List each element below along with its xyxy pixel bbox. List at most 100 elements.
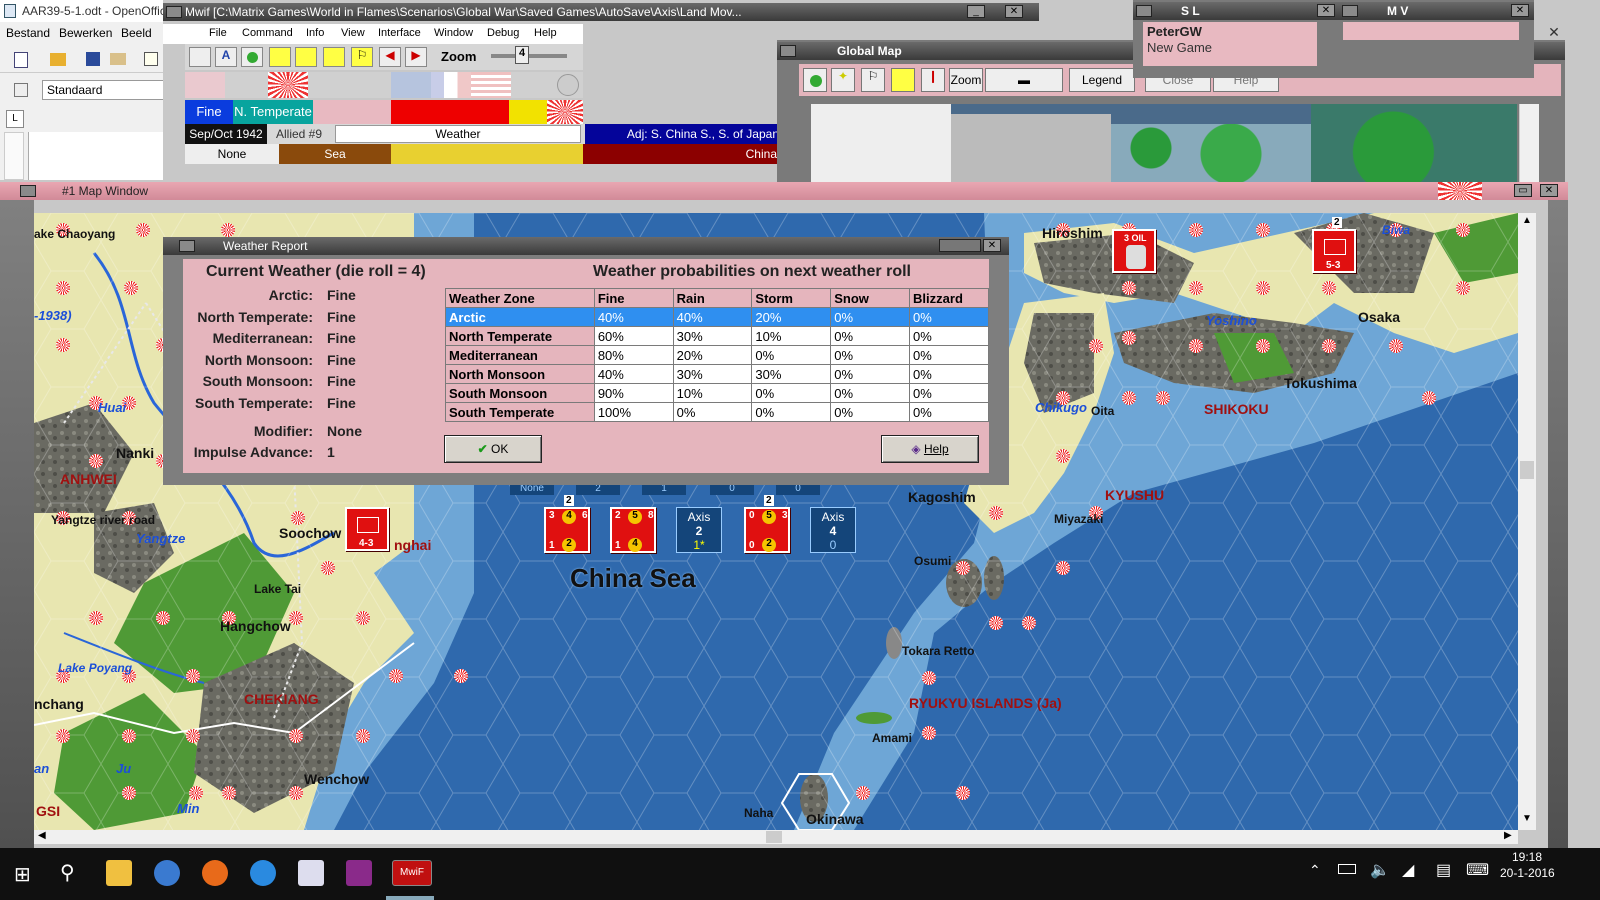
zone-cell[interactable]: North Monsoon [445,364,595,384]
weather-report-system-icon[interactable] [179,240,195,252]
search-icon[interactable]: ⚲ [60,860,75,885]
firefox-icon[interactable] [202,860,228,886]
map-vscroll-thumb[interactable] [1520,461,1534,479]
system-menu-icon[interactable] [166,6,182,18]
probability-cell[interactable]: 0% [830,364,911,384]
menu-bestand[interactable]: Bestand [6,26,50,40]
probability-cell[interactable]: 0% [830,402,911,422]
player-mv-titlebar[interactable]: M V ✕ [1339,2,1534,20]
grid-icon[interactable] [269,47,291,67]
menu-beeld[interactable]: Beeld [121,26,152,40]
openoffice-writer-icon[interactable] [298,860,324,886]
flag-1-icon[interactable] [185,72,225,98]
probability-cell[interactable]: 10% [751,326,832,346]
probability-cell[interactable]: 0% [672,402,753,422]
keyboard-icon[interactable]: ⌨ [1466,860,1489,880]
probability-cell[interactable]: 10% [672,383,753,403]
new-document-icon[interactable] [14,52,28,68]
column-header[interactable]: Snow [830,288,911,308]
probability-cell[interactable]: 0% [830,326,911,346]
column-header[interactable]: Fine [593,288,674,308]
map-window-system-icon[interactable] [20,185,36,197]
open-folder-icon[interactable] [50,53,66,66]
zoom-box-icon[interactable] [295,47,317,67]
file-explorer-icon[interactable] [106,860,132,886]
paragraph-style-select[interactable]: Standaard [42,80,168,100]
probability-cell[interactable]: 40% [672,307,753,327]
menu-window[interactable]: Window [434,27,473,39]
flag-disabled-icon[interactable] [557,74,579,96]
probability-cell[interactable]: 30% [672,326,753,346]
probability-cell[interactable]: 0% [830,383,911,403]
global-map-system-icon[interactable] [780,45,796,57]
zoom-slider[interactable]: 4 [491,46,567,64]
probability-cell[interactable]: 0% [909,383,989,403]
probability-cell[interactable]: 20% [751,307,832,327]
menu-help[interactable]: Help [534,27,557,39]
flag-uk-icon[interactable] [391,72,431,98]
mail-icon[interactable] [110,53,126,65]
clock-date[interactable]: 20-1-2016 [1500,866,1555,880]
chinese-army-counter[interactable]: 4-3 [345,507,389,551]
menu-view[interactable]: View [341,27,365,39]
styles-icon[interactable] [14,83,28,97]
battery-icon[interactable] [1338,864,1356,874]
probability-cell[interactable]: 60% [593,326,674,346]
global-grid-icon[interactable] [891,68,915,92]
map-window-close[interactable]: ✕ [1540,184,1558,197]
table-row[interactable]: Mediterranean 80% 20% 0% 0% 0% [445,345,989,365]
global-zoom-button[interactable]: Zoom [949,68,983,92]
player-sl-close[interactable]: ✕ [1317,4,1335,17]
probability-cell[interactable]: 30% [672,364,753,384]
weather-report-maximize[interactable] [939,239,981,252]
probability-cell[interactable]: 0% [909,326,989,346]
zoom-slider-thumb[interactable]: 4 [515,46,529,64]
column-header[interactable]: Weather Zone [445,288,595,308]
column-header[interactable]: Rain [672,288,753,308]
axis-stack[interactable]: Axis 2 1* [676,507,722,553]
hex-icon[interactable] [241,47,263,67]
global-thermo-icon[interactable]: ❙ [921,68,945,92]
flag-icon[interactable]: ⚐ [351,47,373,67]
global-map-view[interactable] [811,104,1517,184]
global-legend-button[interactable]: Legend [1069,68,1135,92]
minimize-button[interactable]: _ [967,5,985,18]
table-row[interactable]: North Temperate 60% 30% 10% 0% 0% [445,326,989,346]
zone-cell[interactable]: North Temperate [445,326,595,346]
mwif-titlebar[interactable]: Mwif [C:\Matrix Games\World in Flames\Sc… [163,3,1039,21]
flag-usa-icon[interactable] [471,72,511,98]
menu-debug[interactable]: Debug [487,27,519,39]
probability-cell[interactable]: 0% [830,307,911,327]
edit-icon[interactable] [144,52,158,66]
map-window-titlebar[interactable]: #1 Map Window ▭ ✕ [0,182,1568,200]
save-icon[interactable] [86,52,100,66]
weather-report-titlebar[interactable]: Weather Report ✕ [163,237,1009,255]
probability-cell[interactable]: 40% [593,364,674,384]
menu-interface[interactable]: Interface [378,27,421,39]
flag-japan-icon[interactable] [268,72,308,98]
desktop-close-icon[interactable]: ✕ [1546,24,1562,40]
global-hex-icon[interactable] [803,68,827,92]
amphibious-unit-counter[interactable]: 2 0 5 3 0 2 [744,495,790,553]
player-mv-close[interactable]: ✕ [1511,4,1529,17]
axis-stack[interactable]: Axis 4 0 [810,507,856,553]
clock-time[interactable]: 19:18 [1512,850,1542,864]
plane-icon[interactable] [189,47,211,67]
table-row[interactable]: North Monsoon 40% 30% 30% 0% 0% [445,364,989,384]
naval-unit-counter[interactable]: 2 5 8 1 4 [610,507,656,553]
volume-icon[interactable]: 🔈 [1370,860,1390,880]
map-vertical-scrollbar[interactable]: ▲ ▼ [1518,213,1536,830]
table-row[interactable]: South Temperate 100% 0% 0% 0% 0% [445,402,989,422]
flag-france-icon[interactable] [431,72,471,98]
probability-cell[interactable]: 90% [593,383,674,403]
map-hscroll-thumb[interactable] [766,831,782,843]
zone-cell[interactable]: South Temperate [445,402,595,422]
global-map-scrollbar[interactable] [1519,104,1539,184]
probability-cell[interactable]: 30% [751,364,832,384]
probability-cell[interactable]: 0% [909,345,989,365]
zone-cell[interactable]: Arctic [445,307,595,327]
zone-cell[interactable]: South Monsoon [445,383,595,403]
player-sl-titlebar[interactable]: S L ✕ [1133,2,1340,20]
probability-cell[interactable]: 0% [751,383,832,403]
help-button[interactable]: ◈ Help [881,435,979,463]
